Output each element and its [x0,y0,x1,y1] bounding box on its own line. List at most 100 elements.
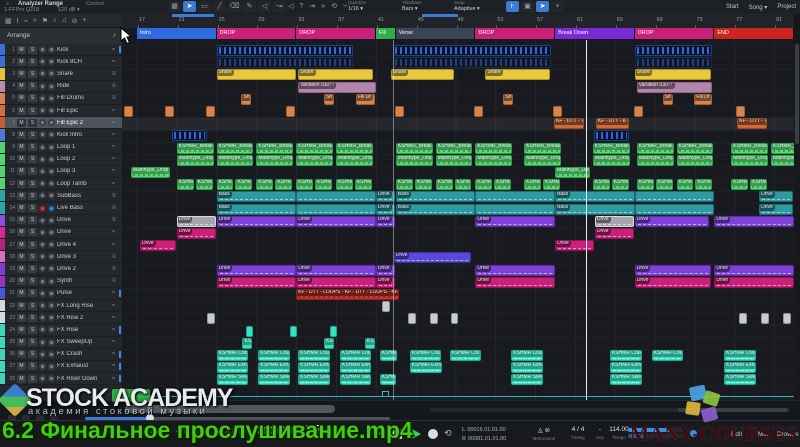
monitor-button[interactable] [48,192,55,199]
clip[interactable]: KSHMR Exhaust [258,362,290,373]
clip[interactable]: KSHMR Sweep [ [724,374,756,385]
track-lane-13[interactable]: BassDriveBassBassDrive [122,191,794,203]
panel-tool-icon-5[interactable]: ♪ [53,17,57,24]
solo-button[interactable]: S [28,107,37,115]
clip[interactable]: KSHMR [396,179,413,190]
panel-tool-icon-6[interactable]: ♫ [62,17,67,24]
panel-tool-icon-1[interactable]: Ⅰ [17,17,19,25]
clip[interactable]: KSHMR Sweep [ [258,374,290,385]
clip[interactable]: KSHM [656,179,673,190]
clip[interactable]: KSHMR [475,179,492,190]
clip[interactable]: Snare [485,69,550,80]
record-arm-button[interactable] [39,205,46,212]
mute-button[interactable]: M [17,192,26,200]
track-lane-2[interactable] [122,57,794,69]
solo-button[interactable]: S [28,204,37,212]
monitor-button[interactable] [48,70,55,77]
clip[interactable]: KSHMR_Break_B [771,143,794,154]
metronome-icon[interactable]: ◬ ⊜ [524,426,564,434]
clip[interactable]: KSHMR [677,179,694,190]
clip[interactable] [635,204,715,215]
track-row-kick-8ch[interactable]: 2MSKick 8CH≈ [0,56,122,68]
mute-button[interactable]: M [17,326,26,334]
record-arm-button[interactable] [39,131,46,138]
clip[interactable] [594,130,629,141]
clip[interactable]: Drive [635,265,712,276]
clip[interactable]: Snare [217,69,297,80]
track-lane-1[interactable] [122,45,794,57]
mute-button[interactable]: M [17,265,26,273]
mute-button[interactable]: M [17,350,26,358]
monitor-button[interactable] [48,119,55,126]
clip[interactable]: KSHM [315,179,332,190]
mute-button[interactable]: M [17,228,26,236]
clip[interactable]: Sn [663,94,673,105]
clip[interactable]: KSHMR_Break_B [637,143,674,154]
clip[interactable]: Drive [140,240,176,251]
panel-tool-icon-0[interactable]: ▦ [5,17,12,25]
clip[interactable]: Mainhype_Drop [256,155,293,166]
track-row-live-bass[interactable]: 14MSLive Bass≡ [0,202,122,214]
monitor-button[interactable] [48,205,55,212]
clip[interactable]: KF - DTT - K K [596,118,629,129]
clip[interactable] [124,106,133,117]
monitor-button[interactable] [48,229,55,236]
track-row-synth[interactable]: 20MSSynth≡ [0,276,122,288]
clip[interactable]: Drive [217,265,297,276]
track-row-fx-long-rise[interactable]: 22MSFX Long Rise≈ [0,300,122,312]
monitor-button[interactable] [48,339,55,346]
track-row-snare[interactable]: 3MSSnare≡ [0,68,122,80]
solo-button[interactable]: S [28,362,37,370]
clip[interactable]: Drive [714,216,794,227]
clip[interactable]: KSHMR [336,179,353,190]
record-arm-button[interactable] [39,351,46,358]
record-arm-button[interactable] [39,70,46,77]
panel-tool-icon-3[interactable]: ≈ [33,17,37,24]
autoscroll-toggle-icon[interactable]: ➤ [536,1,549,12]
clip[interactable] [206,106,215,117]
record-arm-button[interactable] [39,229,46,236]
clip[interactable]: KSHMR Sweep [ [298,374,330,385]
track-lane-25[interactable]: KSHKSHKSH [122,337,794,349]
track-row-loop-tamb[interactable]: 12MSLoop Tamb≈ [0,178,122,190]
mute-button[interactable]: M [17,289,26,297]
follow-icon[interactable]: » [321,1,325,12]
track-row-loop-3[interactable]: 11MSLoop 3≈ [0,166,122,178]
track-row-fx-crash[interactable]: 26MSFX Crash≈ [0,349,122,361]
clip[interactable]: KSHMR Exhaust [511,362,543,373]
clip[interactable] [635,191,715,202]
vertical-scrollbar[interactable] [794,14,800,400]
loop-button[interactable]: ⟲ [444,428,452,439]
monitor-button[interactable] [48,156,55,163]
mute-button[interactable]: M [17,338,26,346]
track-row-subbass[interactable]: 13MSSubBass≡ [0,190,122,202]
track-row-drive-4[interactable]: 17MSDrive 4≈ [0,239,122,251]
snap-value[interactable]: Adaptive ▾ [454,6,480,12]
clip[interactable]: KSHMR Exhaust [217,362,249,373]
clip[interactable]: KSHMR Exhaust [410,362,442,373]
clip[interactable]: KF - DTT - Trai [737,118,767,129]
record-arm-button[interactable] [39,144,46,151]
clip[interactable]: KSHMR Sweep [ [511,374,543,385]
clip[interactable] [393,45,551,56]
track-row-kick-intro[interactable]: 8MSKick Intro≈ [0,129,122,141]
clip[interactable]: KSHMR Crash C [258,350,290,361]
clip[interactable] [296,204,376,215]
record-button[interactable] [428,429,438,439]
clip[interactable]: KSHMR Crash C [298,350,330,361]
arrangement-lanes[interactable]: SnareSnareSnareSnareSnareVariation 030↑↑… [122,40,794,400]
clip[interactable]: KSHMR Exhaust [610,362,642,373]
clip[interactable]: KSHMR Sweep [ [610,374,642,385]
clip[interactable]: KSHMR [524,179,541,190]
solo-button[interactable]: S [28,167,37,175]
clip[interactable] [475,204,555,215]
clip[interactable] [408,313,416,324]
clip[interactable]: Sn [503,94,513,105]
clip[interactable]: KSHMR_Break_B [677,143,714,154]
clip[interactable] [475,191,555,202]
clip[interactable]: Mainhype_Drop [296,155,333,166]
track-row-drive[interactable]: 16MSDrive≈ [0,227,122,239]
clip[interactable]: KSHM [355,179,372,190]
clip[interactable] [217,45,353,56]
solo-button[interactable]: S [28,338,37,346]
